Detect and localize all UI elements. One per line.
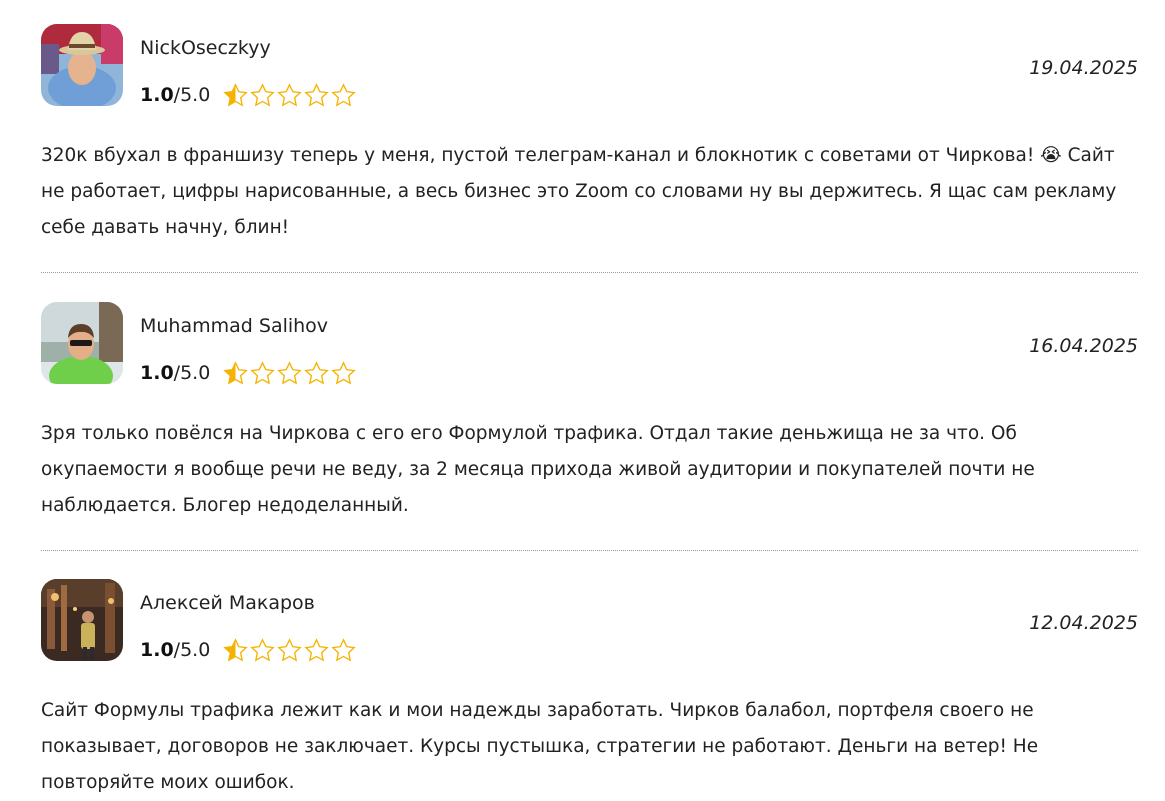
star-empty-icon bbox=[331, 360, 356, 384]
avatar bbox=[41, 302, 123, 384]
rating: 1.0 /5.0 bbox=[140, 635, 357, 665]
star-empty-icon bbox=[331, 82, 356, 106]
avatar bbox=[41, 579, 123, 661]
star-partial-icon bbox=[223, 360, 248, 384]
avatar-photo bbox=[41, 302, 123, 384]
rating-max: /5.0 bbox=[173, 84, 211, 106]
star-empty-icon bbox=[250, 360, 275, 384]
review-divider bbox=[41, 550, 1138, 551]
rating-max: /5.0 bbox=[173, 362, 211, 384]
review-date: 19.04.2025 bbox=[1029, 57, 1138, 79]
review-item: NickOseczkyy 1.0 /5.0 19.04.2025 320к вб… bbox=[41, 24, 1138, 238]
author-name: Алексей Макаров bbox=[140, 592, 315, 614]
review-divider bbox=[41, 272, 1138, 273]
star-empty-icon bbox=[277, 637, 302, 661]
review-text: Зря только повёлся на Чиркова с его его … bbox=[41, 423, 1035, 516]
star-empty-icon bbox=[277, 82, 302, 106]
review-header: Muhammad Salihov 1.0 /5.0 16.04.2025 bbox=[41, 302, 1138, 386]
star-empty-icon bbox=[304, 82, 329, 106]
review-text: Сайт Формулы трафика лежит как и мои над… bbox=[41, 700, 1039, 793]
star-empty-icon bbox=[304, 360, 329, 384]
star-partial-icon bbox=[223, 637, 248, 661]
star-empty-icon bbox=[250, 637, 275, 661]
rating: 1.0 /5.0 bbox=[140, 358, 357, 388]
star-partial-icon bbox=[223, 82, 248, 106]
review-header: NickOseczkyy 1.0 /5.0 19.04.2025 bbox=[41, 24, 1138, 108]
rating-value: 1.0 bbox=[140, 362, 174, 384]
rating-stars bbox=[222, 360, 357, 387]
review-text: 320к вбухал в франшизу теперь у меня, пу… bbox=[41, 145, 1117, 238]
review-header: Алексей Макаров 1.0 /5.0 12.04.2025 bbox=[41, 579, 1138, 663]
star-empty-icon bbox=[277, 360, 302, 384]
reviews-list: NickOseczkyy 1.0 /5.0 19.04.2025 320к вб… bbox=[0, 0, 1165, 800]
review-date: 12.04.2025 bbox=[1029, 612, 1138, 634]
rating-value: 1.0 bbox=[140, 639, 174, 661]
review-item: Muhammad Salihov 1.0 /5.0 16.04.2025 Зря… bbox=[41, 302, 1138, 516]
avatar-photo bbox=[41, 579, 123, 661]
rating-max: /5.0 bbox=[173, 639, 211, 661]
rating-value: 1.0 bbox=[140, 84, 174, 106]
star-empty-icon bbox=[304, 637, 329, 661]
star-empty-icon bbox=[331, 637, 356, 661]
star-empty-icon bbox=[250, 82, 275, 106]
rating: 1.0 /5.0 bbox=[140, 80, 357, 110]
review-date: 16.04.2025 bbox=[1029, 335, 1138, 357]
author-name: Muhammad Salihov bbox=[140, 315, 329, 337]
rating-stars bbox=[222, 82, 357, 109]
author-name: NickOseczkyy bbox=[140, 37, 271, 59]
avatar bbox=[41, 24, 123, 106]
avatar-photo bbox=[41, 24, 123, 106]
review-item: Алексей Макаров 1.0 /5.0 12.04.2025 Сайт… bbox=[41, 579, 1138, 793]
rating-stars bbox=[222, 637, 357, 664]
